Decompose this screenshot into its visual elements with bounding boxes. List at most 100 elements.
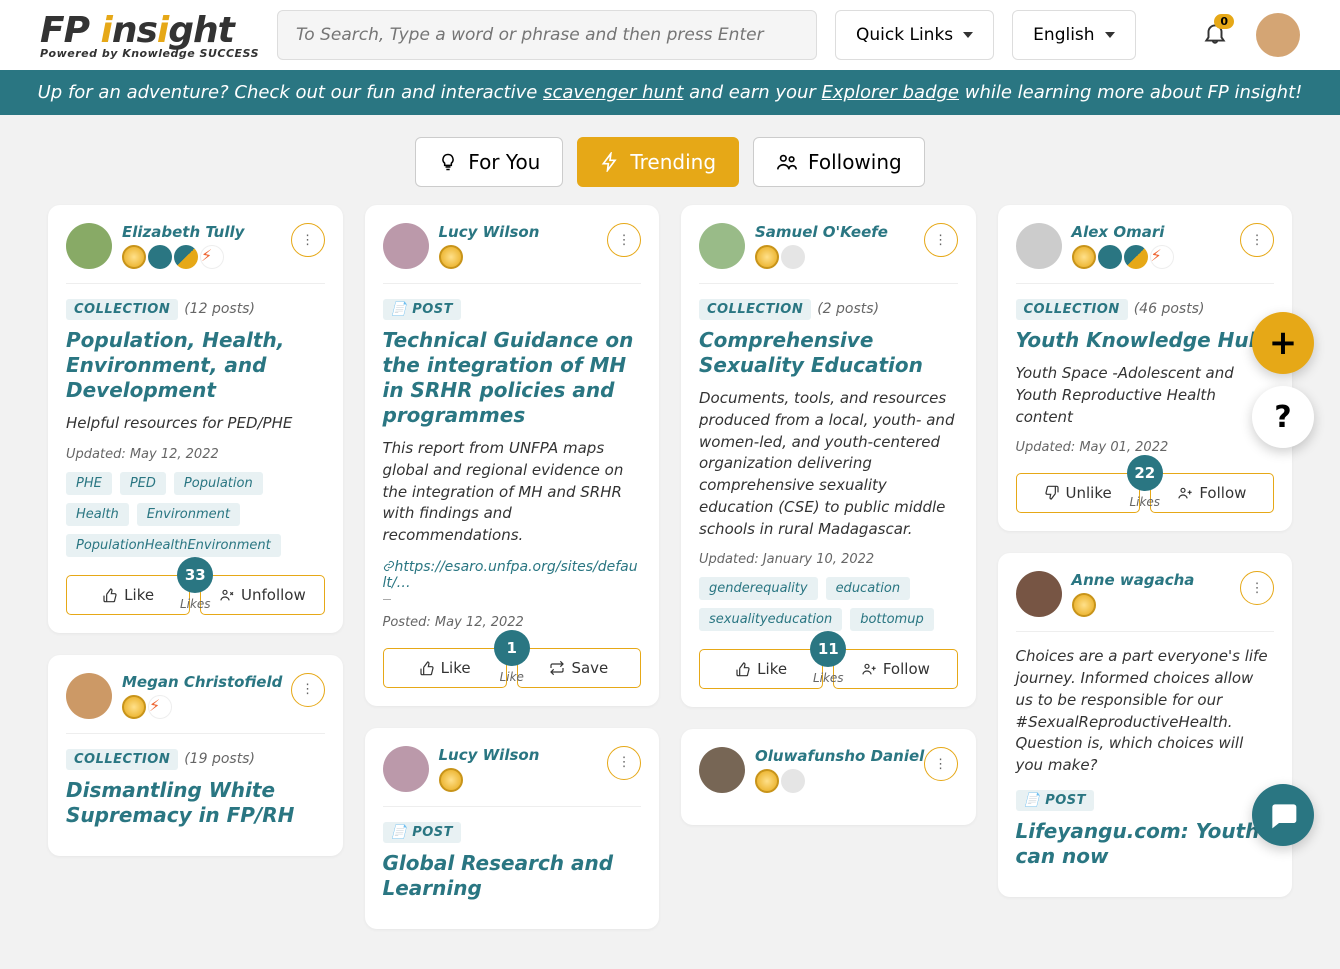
unfollow-button[interactable]: Unfollow (200, 575, 324, 615)
repost-icon (549, 660, 565, 676)
follow-button[interactable]: Follow (1150, 473, 1274, 513)
explorer-badge-link[interactable]: Explorer badge (822, 82, 959, 103)
post-count: (19 posts) (184, 751, 255, 767)
like-label: Likes (180, 597, 211, 611)
card-title[interactable]: Comprehensive Sexuality Education (699, 328, 958, 378)
updated-date: Updated: January 10, 2022 (699, 552, 958, 567)
author-avatar[interactable] (699, 223, 745, 269)
updated-date: Updated: May 12, 2022 (66, 447, 325, 462)
author-badges (1072, 593, 1195, 617)
like-label: Like (500, 670, 524, 684)
type-badge: 📄 POST (1016, 790, 1095, 811)
author-avatar[interactable] (66, 223, 112, 269)
user-avatar[interactable] (1256, 13, 1300, 57)
people-icon (861, 661, 877, 677)
thumbs-down-icon (1044, 485, 1060, 501)
card-menu-button[interactable]: ⋮ (291, 223, 325, 257)
logo[interactable]: FP insight Powered by Knowledge SUCCESS (40, 10, 259, 60)
author-avatar[interactable] (1016, 571, 1062, 617)
posted-date: Posted: May 12, 2022 (383, 615, 642, 630)
type-badge: COLLECTION (66, 299, 178, 320)
card-description: Choices are a part everyone's life journ… (1016, 646, 1275, 777)
search-wrap (277, 10, 817, 60)
author-name[interactable]: Anne wagacha (1072, 571, 1195, 589)
follow-button[interactable]: Follow (833, 649, 957, 689)
card-title[interactable]: Dismantling White Supremacy in FP/RH (66, 778, 325, 828)
post-count: (46 posts) (1134, 301, 1205, 317)
like-count: 33 (177, 557, 213, 593)
author-name[interactable]: Megan Christofield (122, 673, 282, 691)
feed-card: Anne wagacha ⋮ Choices are a part everyo… (998, 553, 1293, 897)
card-menu-button[interactable]: ⋮ (924, 223, 958, 257)
author-name[interactable]: Samuel O'Keefe (755, 223, 888, 241)
card-menu-button[interactable]: ⋮ (1240, 223, 1274, 257)
like-button[interactable]: Like (383, 648, 507, 688)
card-menu-button[interactable]: ⋮ (607, 746, 641, 780)
chat-icon (1267, 799, 1299, 831)
author-avatar[interactable] (699, 747, 745, 793)
bolt-icon (600, 152, 620, 172)
card-description: Documents, tools, and resources produced… (699, 388, 958, 540)
card-title[interactable]: Technical Guidance on the integration of… (383, 328, 642, 428)
chevron-down-icon (1105, 32, 1115, 38)
quick-links-dropdown[interactable]: Quick Links (835, 10, 994, 60)
chevron-down-icon (963, 32, 973, 38)
card-description: Helpful resources for PED/PHE (66, 413, 325, 435)
like-count: 1 (494, 630, 530, 666)
tag-list: PHEPEDPopulationHealthEnvironmentPopulat… (66, 472, 325, 557)
post-count: (12 posts) (184, 301, 255, 317)
card-title[interactable]: Global Research and Learning (383, 851, 642, 901)
help-fab[interactable]: ? (1252, 386, 1314, 448)
language-dropdown[interactable]: English (1012, 10, 1135, 60)
feed-card: Megan Christofield ⚡ ⋮ COLLECTION(19 pos… (48, 655, 343, 856)
source-link[interactable]: https://esaro.unfpa.org/sites/default/… (383, 559, 642, 591)
card-title[interactable]: Lifeyangu.com: Youth can now (1016, 819, 1275, 869)
save-button[interactable]: Save (517, 648, 641, 688)
type-badge: 📄 POST (383, 299, 462, 320)
card-title[interactable]: Youth Knowledge Hub (1016, 328, 1275, 353)
author-badges: ⚡ (122, 245, 244, 269)
link-icon (383, 560, 395, 572)
type-badge: 📄 POST (383, 822, 462, 843)
type-badge: COLLECTION (1016, 299, 1128, 320)
author-avatar[interactable] (1016, 223, 1062, 269)
author-avatar[interactable] (383, 746, 429, 792)
card-title[interactable]: Population, Health, Environment, and Dev… (66, 328, 325, 403)
unlike-button[interactable]: Unlike (1016, 473, 1140, 513)
like-count: 22 (1127, 455, 1163, 491)
author-name[interactable]: Alex Omari (1072, 223, 1174, 241)
author-name[interactable]: Elizabeth Tully (122, 223, 244, 241)
card-menu-button[interactable]: ⋮ (607, 223, 641, 257)
tab-following[interactable]: Following (753, 137, 925, 187)
author-name[interactable]: Lucy Wilson (439, 223, 540, 241)
type-badge: COLLECTION (66, 749, 178, 770)
tab-trending[interactable]: Trending (577, 137, 739, 187)
card-menu-button[interactable]: ⋮ (924, 747, 958, 781)
card-menu-button[interactable]: ⋮ (291, 673, 325, 707)
like-button[interactable]: Like (699, 649, 823, 689)
card-description: This report from UNFPA maps global and r… (383, 438, 642, 547)
card-menu-button[interactable]: ⋮ (1240, 571, 1274, 605)
author-badges (755, 769, 924, 793)
chat-fab[interactable] (1252, 784, 1314, 846)
author-avatar[interactable] (383, 223, 429, 269)
tab-for-you[interactable]: For You (415, 137, 563, 187)
scavenger-hunt-link[interactable]: scavenger hunt (543, 82, 683, 103)
author-badges (755, 245, 888, 269)
logo-subtitle: Powered by Knowledge SUCCESS (40, 47, 259, 60)
add-post-fab[interactable]: + (1252, 312, 1314, 374)
feed-card: Oluwafunsho Daniel ⋮ (681, 729, 976, 825)
divider (383, 599, 391, 607)
search-input[interactable] (277, 10, 817, 60)
feed-card: Samuel O'Keefe ⋮ COLLECTION(2 posts) Com… (681, 205, 976, 707)
author-name[interactable]: Lucy Wilson (439, 746, 540, 764)
people-icon (776, 151, 798, 173)
like-button[interactable]: Like (66, 575, 190, 615)
like-label: Likes (1129, 495, 1160, 509)
author-name[interactable]: Oluwafunsho Daniel (755, 747, 924, 765)
updated-date: Updated: May 01, 2022 (1016, 440, 1275, 455)
author-badges (439, 768, 540, 792)
notifications-button[interactable]: 0 (1202, 20, 1228, 50)
thumbs-up-icon (735, 661, 751, 677)
author-avatar[interactable] (66, 673, 112, 719)
